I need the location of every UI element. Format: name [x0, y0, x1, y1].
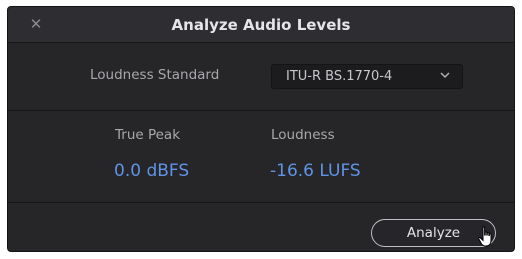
loudness-standard-label: Loudness Standard: [90, 67, 220, 83]
loudness-standard-value: ITU-R BS.1770-4: [286, 69, 393, 84]
chevron-down-icon: [440, 72, 450, 79]
dialog-footer: Analyze: [8, 203, 514, 251]
loudness-value: -16.6 LUFS: [270, 161, 361, 181]
settings-section: Loudness Standard ITU-R BS.1770-4: [8, 43, 514, 111]
hand-cursor-icon: [478, 226, 492, 247]
true-peak-value: 0.0 dBFS: [114, 161, 190, 181]
dialog-titlebar: ✕ Analyze Audio Levels: [8, 7, 514, 43]
results-section: True Peak 0.0 dBFS Loudness -16.6 LUFS: [8, 111, 514, 203]
dialog-title: Analyze Audio Levels: [171, 16, 351, 34]
loudness-label: Loudness: [271, 127, 335, 143]
true-peak-label: True Peak: [115, 127, 181, 143]
loudness-standard-dropdown[interactable]: ITU-R BS.1770-4: [271, 64, 463, 89]
analyze-audio-dialog: ✕ Analyze Audio Levels Loudness Standard…: [7, 6, 515, 252]
